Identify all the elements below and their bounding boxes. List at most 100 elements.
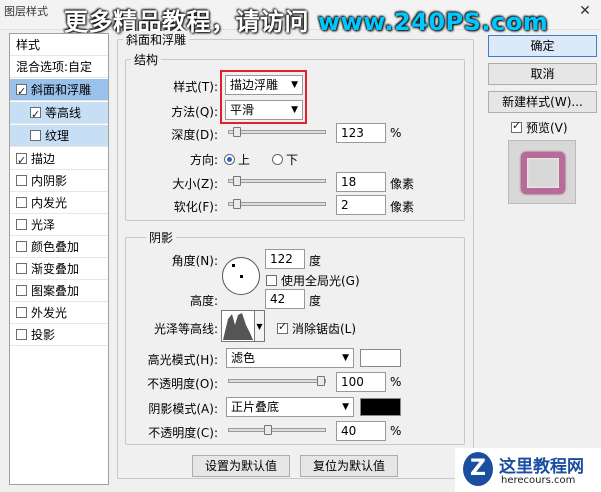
styles-list: 样式混合选项:自定斜面和浮雕等高线纹理描边内阴影内发光光泽颜色叠加渐变叠加图案叠… [9,33,109,485]
highlight-opacity-label: 不透明度(O): [147,377,218,391]
sidebar-item[interactable]: 斜面和浮雕 [10,79,108,103]
depth-input[interactable]: 123 [336,123,386,143]
shading-title: 阴影 [146,229,177,246]
checkbox-checked-icon[interactable] [16,150,27,172]
highlight-opacity-unit: % [390,375,402,389]
radio-on-icon[interactable] [224,154,235,165]
highlight-mode-select[interactable]: 滤色 ▼ [226,348,354,368]
soften-slider-thumb[interactable] [233,199,241,209]
sidebar-item[interactable]: 等高线 [10,102,108,126]
angle-dial[interactable] [222,257,260,295]
direction-up-option[interactable]: 上 [224,151,250,168]
antialias-option[interactable]: 消除锯齿(L) [277,320,356,337]
checkbox-checked-icon[interactable] [511,119,522,133]
new-style-button[interactable]: 新建样式(W)... [488,91,597,113]
size-slider[interactable] [228,176,326,186]
sidebar-item[interactable]: 描边 [10,148,108,172]
set-default-button[interactable]: 设置为默认值 [192,455,290,477]
preview-option[interactable]: 预览(V) [511,119,568,136]
highlight-opacity-slider[interactable] [228,376,326,386]
checkbox-checked-icon[interactable] [277,320,288,334]
shadow-mode-select[interactable]: 正片叠底 ▼ [226,397,354,417]
sidebar-item[interactable]: 投影 [10,324,108,346]
shadow-opacity-slider[interactable] [228,425,326,435]
angle-input[interactable]: 122 [265,249,305,269]
sidebar-item-label: 渐变叠加 [31,262,80,276]
reset-default-button[interactable]: 复位为默认值 [300,455,398,477]
sidebar-item[interactable]: 颜色叠加 [10,236,108,258]
depth-slider-thumb[interactable] [233,127,241,137]
ok-button[interactable]: 确定 [488,35,597,57]
soften-input[interactable]: 2 [336,195,386,215]
cancel-button[interactable]: 取消 [488,63,597,85]
angle-center-dot [240,275,243,278]
highlight-mode-value: 滤色 [231,351,256,365]
checkbox-icon[interactable] [16,175,27,186]
gloss-contour-picker[interactable] [221,310,255,342]
checkbox-icon[interactable] [16,307,27,318]
sidebar-item-label: 投影 [31,328,56,342]
angle-label: 角度(N): [171,254,218,268]
shadow-opacity-input[interactable]: 40 [336,421,386,441]
sidebar-item-label: 内阴影 [31,174,68,188]
checkbox-icon[interactable] [30,130,41,141]
direction-label: 方向: [189,153,218,167]
radio-off-icon[interactable] [272,154,283,165]
sidebar-item[interactable]: 样式 [10,34,108,56]
shadow-color-swatch[interactable] [360,398,401,416]
logo-domain: herecours.com [501,475,576,486]
global-light-option[interactable]: 使用全局光(G) [266,272,360,289]
checkbox-icon[interactable] [16,263,27,274]
sidebar-item-label: 斜面和浮雕 [31,83,92,97]
gloss-contour-dropdown[interactable]: ▼ [255,310,265,342]
sidebar-item[interactable]: 纹理 [10,125,108,147]
size-label: 大小(Z): [172,177,218,191]
highlight-mode-label: 高光模式(H): [147,353,218,367]
checkbox-icon[interactable] [16,197,27,208]
sidebar-item[interactable]: 渐变叠加 [10,258,108,280]
sidebar-item[interactable]: 图案叠加 [10,280,108,302]
direction-down-option[interactable]: 下 [272,151,298,168]
preview-frame [521,152,565,194]
checkbox-icon[interactable] [16,241,27,252]
sidebar-item[interactable]: 外发光 [10,302,108,324]
soften-label: 软化(F): [173,200,218,214]
highlight-opacity-input[interactable]: 100 [336,372,386,392]
soften-slider[interactable] [228,199,326,209]
direction-up-label: 上 [238,153,251,167]
sidebar-item[interactable]: 混合选项:自定 [10,56,108,78]
structure-title: 结构 [131,51,162,68]
shadow-opacity-thumb[interactable] [264,425,272,435]
altitude-input[interactable]: 42 [265,289,305,309]
bevel-emboss-title: 斜面和浮雕 [123,31,190,48]
preview-label: 预览(V) [526,121,568,135]
chevron-down-icon: ▼ [256,322,263,331]
sidebar-item-label: 图案叠加 [31,284,80,298]
highlight-color-swatch[interactable] [360,349,401,367]
altitude-label: 高度: [189,294,218,308]
checkbox-icon[interactable] [16,219,27,230]
size-slider-thumb[interactable] [233,176,241,186]
angle-direction-dot [232,264,235,267]
shadow-mode-label: 阴影模式(A): [148,402,218,416]
style-preview [508,140,576,204]
checkbox-icon[interactable] [266,275,277,286]
checkbox-icon[interactable] [16,285,27,296]
checkbox-icon[interactable] [16,329,27,340]
depth-unit: % [390,126,402,140]
size-input[interactable]: 18 [336,172,386,192]
highlight-box [220,70,307,124]
checkbox-checked-icon[interactable] [16,81,27,103]
sidebar-item[interactable]: 内阴影 [10,170,108,192]
chevron-down-icon: ▼ [342,402,349,412]
antialias-label: 消除锯齿(L) [292,322,357,336]
sidebar-item[interactable]: 内发光 [10,192,108,214]
depth-slider[interactable] [228,127,326,137]
checkbox-checked-icon[interactable] [30,104,41,126]
highlight-opacity-thumb[interactable] [317,376,325,386]
sidebar-item[interactable]: 光泽 [10,214,108,236]
close-icon[interactable]: ✕ [575,2,595,20]
logo-name: 这里教程网 [499,457,584,477]
watermark-text: 更多精品教程，请访问 [64,8,318,36]
soften-unit: 像素 [390,200,415,214]
